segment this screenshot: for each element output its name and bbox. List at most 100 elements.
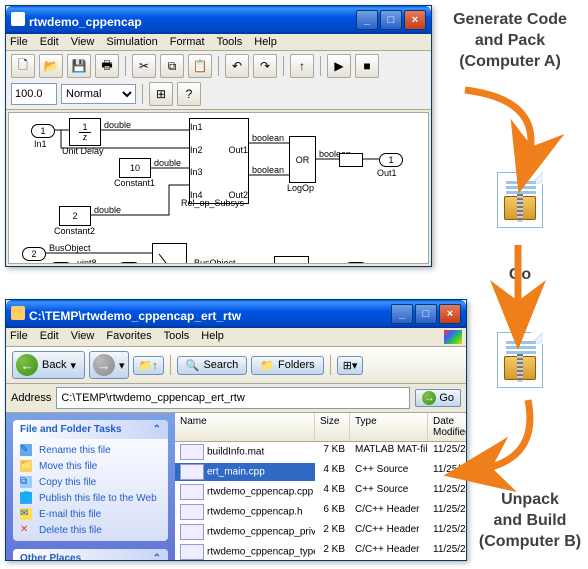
file-row[interactable]: buildInfo.mat7 KBMATLAB MAT-file11/25/20…: [175, 442, 466, 462]
sig-bool1: boolean: [252, 133, 284, 143]
file-row[interactable]: rtwdemo_cppencap.h6 KBC/C++ Header11/25/…: [175, 502, 466, 522]
block-in1[interactable]: 1: [31, 124, 55, 138]
sig-double2: double: [154, 158, 181, 168]
menu-view[interactable]: View: [71, 36, 95, 48]
menu-help[interactable]: Help: [254, 36, 277, 48]
block-const2[interactable]: 2: [59, 206, 91, 226]
print-icon[interactable]: 🖶: [95, 54, 119, 78]
folders-button[interactable]: 📁 Folders: [251, 356, 323, 375]
cut-icon[interactable]: ✂: [132, 54, 156, 78]
arrow-unpack: [478, 400, 530, 470]
new-icon[interactable]: 🗋: [11, 54, 35, 78]
address-bar: Address →Go: [6, 384, 466, 413]
sim-mode-select[interactable]: Normal: [61, 84, 136, 104]
file-tasks-panel: File and Folder Tasks⌃ ✎Rename this file…: [13, 420, 168, 541]
save-icon[interactable]: 💾: [67, 54, 91, 78]
annotation-step1: Generate Code and Pack (Computer A): [440, 10, 580, 72]
block-logop[interactable]: OR: [289, 136, 316, 183]
titlebar[interactable]: rtwdemo_cppencap _ □ ×: [6, 6, 431, 34]
menu-view[interactable]: View: [71, 330, 95, 344]
task-move[interactable]: 📁Move this file: [20, 460, 161, 472]
redo-icon[interactable]: ↷: [253, 54, 277, 78]
block-sigconv[interactable]: [274, 256, 309, 264]
sig-busobj2: BusObject: [194, 258, 236, 264]
menu-help[interactable]: Help: [201, 330, 224, 344]
label-subsys: Rel_op_Subsys: [181, 198, 244, 208]
menubar: File Edit View Simulation Format Tools H…: [6, 34, 431, 51]
menu-edit[interactable]: Edit: [40, 36, 59, 48]
zoom-icon[interactable]: ⊞: [149, 82, 173, 106]
close-button[interactable]: ×: [439, 304, 461, 324]
address-input[interactable]: [56, 387, 410, 409]
explorer-window: C:\TEMP\rtwdemo_cppencap_ert_rtw _ □ × F…: [5, 299, 467, 561]
block-subsys[interactable]: In1 In2Out1 In3 In4Out2: [189, 118, 249, 204]
stop-icon[interactable]: ■: [355, 54, 379, 78]
copy-icon[interactable]: ⧉: [160, 54, 184, 78]
sim-time-input[interactable]: [11, 83, 57, 105]
maximize-button[interactable]: □: [415, 304, 437, 324]
help-icon[interactable]: ?: [177, 82, 201, 106]
up-icon[interactable]: ↑: [290, 54, 314, 78]
label-const2: Constant2: [54, 226, 95, 236]
undo-icon[interactable]: ↶: [225, 54, 249, 78]
file-row[interactable]: rtwdemo_cppencap_private.h2 KBC/C++ Head…: [175, 522, 466, 542]
collapse-icon[interactable]: ⌃: [153, 553, 161, 560]
search-button[interactable]: 🔍 Search: [177, 356, 248, 375]
block-in3[interactable]: 4: [49, 262, 73, 264]
label-unitdelay: Unit Delay: [62, 146, 104, 156]
block-switch[interactable]: [152, 243, 187, 264]
close-button[interactable]: ×: [404, 10, 426, 30]
task-email[interactable]: ✉E-mail this file: [20, 508, 161, 520]
menu-file[interactable]: File: [10, 330, 28, 344]
task-copy[interactable]: ⧉Copy this file: [20, 476, 161, 488]
model-canvas[interactable]: 1 In1 1z Unit Delay double 10 Constant1 …: [8, 112, 429, 264]
file-row[interactable]: rtwdemo_cppencap.cpp4 KBC++ Source11/25/…: [175, 482, 466, 502]
task-delete[interactable]: ✕Delete this file: [20, 524, 161, 536]
menu-file[interactable]: File: [10, 36, 28, 48]
file-row[interactable]: rtwdemo_cppencap_types.h2 KBC/C++ Header…: [175, 542, 466, 560]
minimize-button[interactable]: _: [356, 10, 378, 30]
block-const1[interactable]: 10: [119, 158, 151, 178]
window-title: C:\TEMP\rtwdemo_cppencap_ert_rtw: [29, 309, 241, 323]
task-publish[interactable]: 🌐Publish this file to the Web: [20, 492, 161, 504]
file-row[interactable]: ert_main.cpp4 KBC++ Source11/25/2008 8:4…: [175, 462, 466, 482]
forward-button[interactable]: → ▾: [89, 351, 129, 379]
label-const1: Constant1: [114, 178, 155, 188]
go-button[interactable]: →Go: [415, 389, 461, 407]
collapse-icon[interactable]: ⌃: [153, 424, 161, 435]
sig-uint8: uint8: [77, 258, 97, 264]
minimize-button[interactable]: _: [391, 304, 413, 324]
file-list[interactable]: Name Size Type Date Modified buildInfo.m…: [175, 413, 466, 560]
block-unitdelay[interactable]: 1z: [69, 118, 101, 146]
menu-tools[interactable]: Tools: [164, 330, 190, 344]
block-out1[interactable]: 1: [379, 153, 403, 167]
zip-package-icon: [495, 330, 543, 388]
other-places-panel: Other Places⌃ 📁TEMP 📁My Documents 💻My Co…: [13, 549, 168, 560]
menu-edit[interactable]: Edit: [40, 330, 59, 344]
menu-tools[interactable]: Tools: [217, 36, 243, 48]
tasks-pane: File and Folder Tasks⌃ ✎Rename this file…: [6, 413, 175, 560]
windows-flag-icon: [444, 330, 462, 344]
column-headers[interactable]: Name Size Type Date Modified: [175, 413, 466, 442]
menu-favorites[interactable]: Favorites: [106, 330, 151, 344]
open-icon[interactable]: 📂: [39, 54, 63, 78]
arrow-pack: [465, 90, 531, 160]
paste-icon[interactable]: 📋: [188, 54, 212, 78]
block-out2[interactable]: 2: [344, 262, 368, 264]
titlebar[interactable]: C:\TEMP\rtwdemo_cppencap_ert_rtw _ □ ×: [6, 300, 466, 328]
back-button[interactable]: ←Back ▾: [12, 351, 85, 379]
play-icon[interactable]: ▶: [327, 54, 351, 78]
label-logop: LogOp: [287, 183, 314, 193]
block-in2[interactable]: 2: [22, 247, 46, 261]
sig-busobj1: BusObject: [49, 243, 91, 253]
menu-simulation[interactable]: Simulation: [106, 36, 157, 48]
block-in4[interactable]: 3: [117, 262, 141, 264]
views-button[interactable]: ⊞▾: [337, 356, 364, 375]
block-term[interactable]: [339, 153, 363, 167]
maximize-button[interactable]: □: [380, 10, 402, 30]
folder-icon: [11, 306, 25, 320]
window-title: rtwdemo_cppencap: [29, 15, 142, 29]
up-button[interactable]: 📁↑: [133, 356, 164, 375]
menu-format[interactable]: Format: [170, 36, 205, 48]
task-rename[interactable]: ✎Rename this file: [20, 444, 161, 456]
